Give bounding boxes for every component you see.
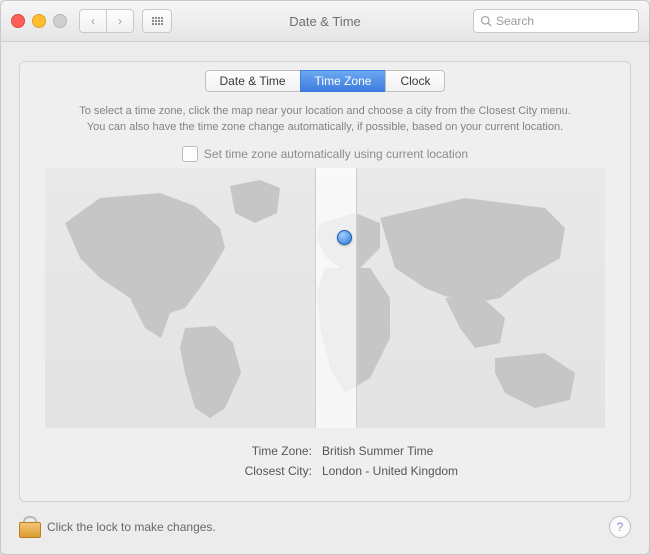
timezone-map[interactable] <box>45 168 605 428</box>
checkbox-icon <box>182 146 198 162</box>
timezone-value: British Summer Time <box>322 444 433 458</box>
location-pin-icon[interactable] <box>337 230 352 245</box>
closest-city-label: Closest City: <box>192 464 312 478</box>
search-placeholder: Search <box>496 14 534 28</box>
preferences-window: ‹ › Date & Time Search Date & Time Time … <box>0 0 650 555</box>
timezone-panel: Date & Time Time Zone Clock To select a … <box>19 61 631 502</box>
tab-bar: Date & Time Time Zone Clock <box>205 70 446 92</box>
timezone-details: Time Zone: British Summer Time Closest C… <box>192 438 458 478</box>
zoom-icon <box>53 14 67 28</box>
chevron-right-icon: › <box>118 14 122 28</box>
selected-timezone-band <box>315 168 357 428</box>
lock-button[interactable] <box>19 516 39 538</box>
footer: Click the lock to make changes. ? <box>19 510 631 544</box>
nav-buttons: ‹ › <box>79 9 134 33</box>
closest-city-row: Closest City: London - United Kingdom <box>192 464 458 478</box>
instruction-text: To select a time zone, click the map nea… <box>79 104 571 136</box>
auto-timezone-label: Set time zone automatically using curren… <box>204 147 468 161</box>
close-icon[interactable] <box>11 14 25 28</box>
tab-date-time[interactable]: Date & Time <box>205 70 301 92</box>
back-button[interactable]: ‹ <box>79 9 107 33</box>
chevron-left-icon: ‹ <box>91 14 95 28</box>
auto-timezone-checkbox[interactable]: Set time zone automatically using curren… <box>182 146 468 162</box>
search-icon <box>480 15 492 27</box>
tab-time-zone[interactable]: Time Zone <box>300 70 387 92</box>
titlebar: ‹ › Date & Time Search <box>1 1 649 42</box>
lock-body-icon <box>19 522 41 538</box>
closest-city-value[interactable]: London - United Kingdom <box>322 464 458 478</box>
search-input[interactable]: Search <box>473 9 639 33</box>
help-button[interactable]: ? <box>609 516 631 538</box>
help-icon: ? <box>617 520 624 534</box>
tab-clock[interactable]: Clock <box>385 70 445 92</box>
traffic-lights <box>11 14 67 28</box>
lock-hint-text: Click the lock to make changes. <box>47 520 216 534</box>
forward-button[interactable]: › <box>106 9 134 33</box>
timezone-row: Time Zone: British Summer Time <box>192 444 458 458</box>
show-all-button[interactable] <box>142 9 172 33</box>
timezone-label: Time Zone: <box>192 444 312 458</box>
minimize-icon[interactable] <box>32 14 46 28</box>
grid-icon <box>152 17 163 25</box>
